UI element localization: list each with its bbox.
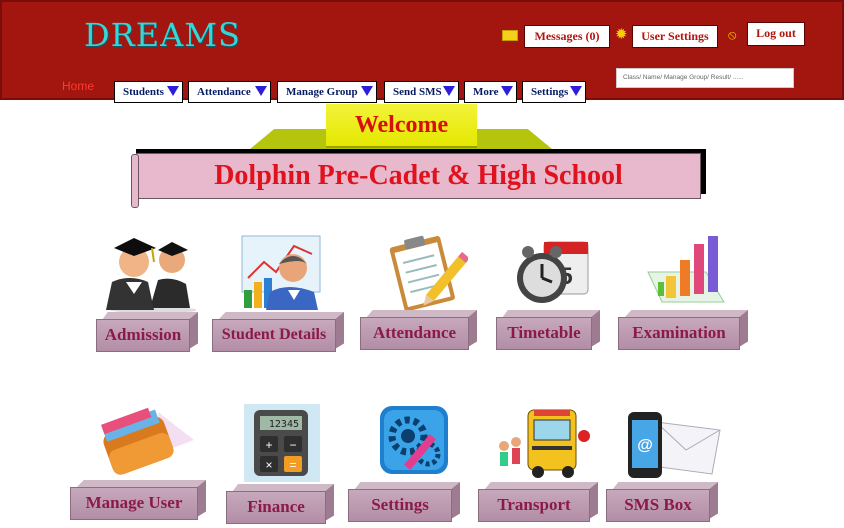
tile-label: SMS Box bbox=[606, 489, 710, 522]
tile-label: Finance bbox=[226, 491, 326, 524]
tile-label: Student Details bbox=[212, 319, 336, 352]
nav-label: Attendance bbox=[197, 86, 251, 98]
nav-more[interactable]: More bbox=[464, 81, 517, 103]
search-input[interactable]: Class/ Name/ Manage Group/ Result/ .....… bbox=[616, 68, 794, 88]
svg-text:@: @ bbox=[637, 437, 653, 454]
nav-students[interactable]: Students bbox=[114, 81, 183, 103]
clipboard-pencil-icon bbox=[389, 235, 468, 312]
school-bus-icon bbox=[499, 409, 590, 478]
clock-calendar-icon: 5 bbox=[517, 241, 589, 303]
bar-chart-icon bbox=[647, 236, 725, 303]
nav-label: Students bbox=[123, 86, 164, 98]
svg-text:12345: 12345 bbox=[269, 419, 299, 430]
nav-attendance[interactable]: Attendance bbox=[188, 81, 271, 103]
settings-gears-icon bbox=[380, 406, 448, 474]
tile-label-plate: Admission bbox=[96, 312, 198, 352]
app-logo: DREAMS bbox=[84, 16, 241, 54]
svg-text:−: − bbox=[289, 438, 296, 452]
dropdown-arrow-icon bbox=[167, 86, 179, 96]
wallet-icon bbox=[100, 407, 194, 475]
phone-envelope-icon: @ bbox=[628, 412, 721, 478]
tile-label: Examination bbox=[618, 317, 740, 350]
tile-label-plate: Transport bbox=[478, 482, 598, 522]
tile-label: Timetable bbox=[496, 317, 592, 350]
businessman-chart-icon bbox=[241, 235, 321, 310]
school-name-banner: Dolphin Pre-Cadet & High School bbox=[136, 153, 701, 199]
scroll-roll bbox=[131, 154, 139, 208]
svg-text:+: + bbox=[265, 438, 272, 452]
calculator-icon: 12345 + − × = bbox=[244, 404, 320, 482]
dropdown-arrow-icon bbox=[501, 86, 513, 96]
logout-icon: ⦸ bbox=[728, 27, 737, 42]
tile-label-plate: Manage User bbox=[70, 480, 206, 520]
svg-text:=: = bbox=[289, 458, 296, 472]
tile-label: Attendance bbox=[360, 317, 469, 350]
dropdown-arrow-icon bbox=[255, 86, 267, 96]
home-link[interactable]: Home bbox=[62, 79, 94, 93]
svg-text:×: × bbox=[265, 458, 272, 472]
nav-settings[interactable]: Settings bbox=[522, 81, 586, 103]
tile-label-plate: Finance bbox=[226, 484, 334, 524]
tile-label: Admission bbox=[96, 319, 190, 352]
tile-label-plate: Attendance bbox=[360, 310, 477, 350]
nav-label: Settings bbox=[531, 86, 569, 98]
nav-manage-group[interactable]: Manage Group bbox=[277, 81, 377, 103]
messages-button[interactable]: Messages (0) bbox=[524, 25, 610, 48]
user-settings-button[interactable]: User Settings bbox=[632, 25, 718, 48]
header-bar: DREAMS Messages (0) ✹ User Settings ⦸ Lo… bbox=[0, 0, 844, 103]
tile-label-plate: Timetable bbox=[496, 310, 600, 350]
tile-label-plate: Examination bbox=[618, 310, 748, 350]
logout-button[interactable]: Log out bbox=[747, 22, 805, 46]
nav-send-sms[interactable]: Send SMS bbox=[384, 81, 459, 103]
dropdown-arrow-icon bbox=[361, 86, 373, 96]
nav-label: Manage Group bbox=[286, 86, 358, 98]
dropdown-arrow-icon bbox=[570, 86, 582, 96]
tile-label: Transport bbox=[478, 489, 590, 522]
gear-icon: ✹ bbox=[615, 27, 628, 43]
welcome-title: Welcome bbox=[326, 104, 477, 148]
tile-label-plate: Student Details bbox=[212, 312, 344, 352]
graduates-icon bbox=[106, 238, 196, 312]
tile-label-plate: SMS Box bbox=[606, 482, 718, 522]
nav-label: More bbox=[473, 86, 499, 98]
tile-label: Manage User bbox=[70, 487, 198, 520]
tile-label-plate: Settings bbox=[348, 482, 460, 522]
tile-label: Settings bbox=[348, 489, 452, 522]
dropdown-arrow-icon bbox=[443, 86, 455, 96]
envelope-icon bbox=[502, 30, 518, 41]
nav-label: Send SMS bbox=[393, 86, 442, 98]
